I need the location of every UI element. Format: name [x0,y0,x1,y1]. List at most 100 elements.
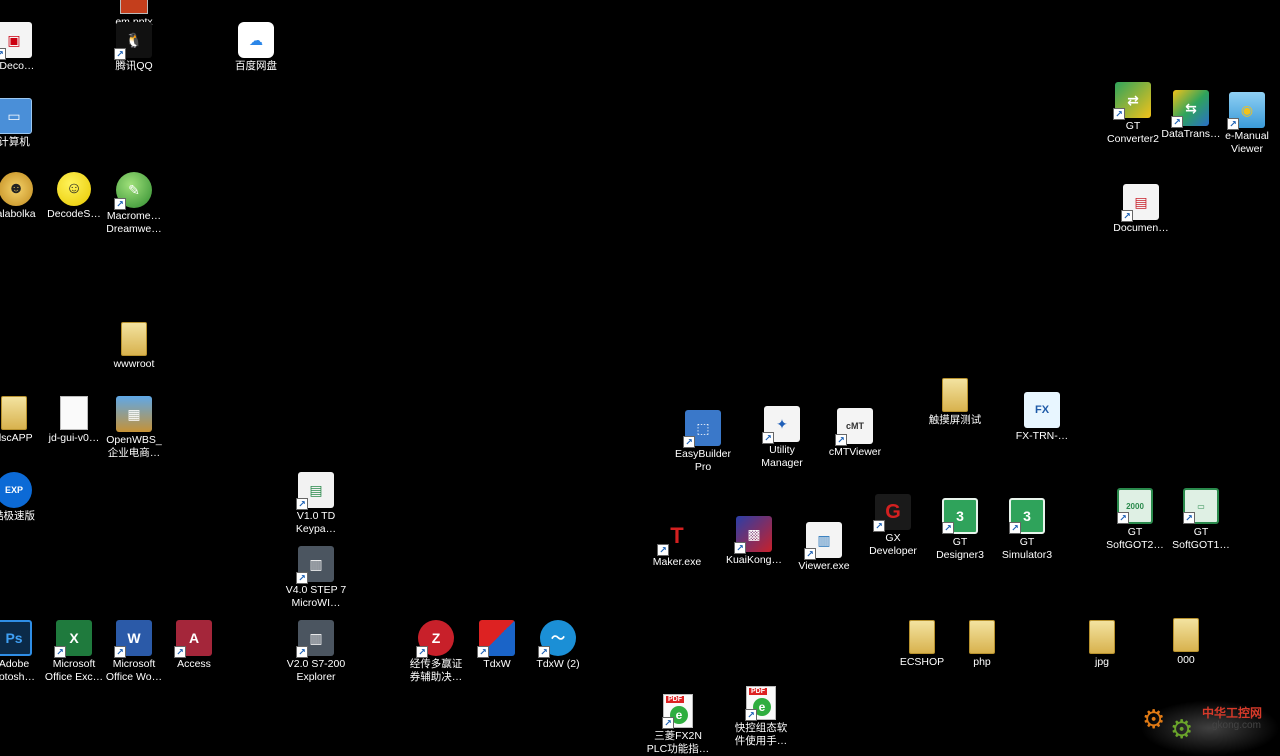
desktop-icon-td-keypad[interactable]: ▤ ↗ V1.0 TD Keypa… [278,472,354,546]
baidu-netdisk-icon: ☁ [238,22,274,58]
desktop-icon-s7-explorer[interactable]: ▥ ↗ V2.0 S7-200 Explorer [278,620,354,694]
desktop-icon-gt-softgot2[interactable]: 2000 ↗ GT SoftGOT2… [1097,488,1173,562]
desktop-icon-viewer[interactable]: ▥ ↗ Viewer.exe [786,522,862,596]
desktop-icon-wwwroot[interactable]: wwwroot [96,322,172,396]
desktop-icon-touchscreen-folder[interactable]: 触摸屏测试 [917,378,993,452]
shortcut-arrow-icon: ↗ [873,520,885,532]
shortcut-arrow-icon: ↗ [1121,210,1133,222]
folder-icon [909,620,935,654]
watermark-title: 中华工控网 [1202,706,1263,720]
shortcut-arrow-icon: ↗ [296,572,308,584]
icon-label: 百度网盘 [235,60,277,72]
shortcut-arrow-icon: ↗ [1113,108,1125,120]
shortcut-arrow-icon: ↗ [804,548,816,560]
icon-label: Documen… [1113,222,1169,234]
desktop-icon-gt-simulator3[interactable]: 3 ↗ GT Simulator3 [989,498,1065,572]
shortcut-arrow-icon: ↗ [734,542,746,554]
desktop-icon-fx2n-pdf[interactable]: PDF e ↗ 三菱FX2N PLC功能指… [640,694,716,756]
smiley-icon: ☺ [57,172,91,206]
icon-label: jpg [1094,656,1109,668]
icon-label: wwwroot [113,358,155,370]
desktop-icon-kuaikong[interactable]: ▩ ↗ KuaiKong… [716,516,792,590]
desktop-icon-gx-developer[interactable]: G ↗ GX Developer [855,494,931,568]
desktop-icon-fx-trn[interactable]: FX FX-TRN-… [1004,392,1080,466]
desktop-icon-access[interactable]: A ↗ Access [156,620,232,694]
word-icon: W ↗ [114,620,152,658]
icon-label: KuaiKong… [725,554,783,566]
kuaikong-icon: ▩ ↗ [734,516,772,554]
desktop-icon-maker[interactable]: T ↗ Maker.exe [639,518,715,592]
shortcut-arrow-icon: ↗ [762,432,774,444]
shortcut-arrow-icon: ↗ [114,48,126,60]
shortcut-arrow-icon: ↗ [477,646,489,658]
icon-label: TdxW (2) [536,658,580,670]
tdxw-icon: 〜 ↗ [538,620,576,658]
shortcut-arrow-icon: ↗ [114,198,126,210]
icon-label: V2.0 S7-200 Explorer [286,658,346,683]
desktop[interactable]: em.pptx ▣↗ pDeco… 🐧↗ 腾讯QQ ☁ 百度网盘 ▭ 计算机 ☻… [0,0,1280,756]
icon-label: pDeco… [0,60,35,72]
desktop-icon-kuaikong-pdf[interactable]: PDF e ↗ 快控组态软 件使用手… [723,686,799,756]
desktop-icon-gt-designer3[interactable]: 3 ↗ GT Designer3 [922,498,998,572]
shortcut-arrow-icon: ↗ [114,646,126,658]
excel-icon: X ↗ [54,620,92,658]
desktop-icon-tdxw-2[interactable]: 〜 ↗ TdxW (2) [520,620,596,694]
gt-simulator-icon: 3 ↗ [1009,498,1045,534]
icon-label: 000 [1177,654,1195,666]
archive-icon: ▦ [116,396,152,432]
shortcut-arrow-icon: ↗ [0,48,6,60]
softgot-icon: 2000 ↗ [1117,488,1153,524]
access-icon: A ↗ [174,620,212,658]
shortcut-arrow-icon: ↗ [683,436,695,448]
desktop-icon-emanual-viewer[interactable]: ◉ ↗ e-Manual Viewer [1209,92,1280,166]
shortcut-arrow-icon: ↗ [835,434,847,446]
desktop-icon-jpg[interactable]: jpg [1064,620,1140,694]
desktop-icon-dreamweaver[interactable]: ✎ ↗ Macrome… Dreamwe… [96,172,172,246]
td-keypad-icon: ▤ ↗ [296,472,334,510]
folder-icon [1,396,27,430]
desktop-icon-easybuilder[interactable]: ⬚ ↗ EasyBuilder Pro [665,410,741,484]
shortcut-arrow-icon: ↗ [54,646,66,658]
shortcut-arrow-icon: ↗ [296,646,308,658]
desktop-icon-utility-manager[interactable]: ✦ ↗ Utility Manager [744,406,820,480]
desktop-icon-cmtviewer[interactable]: cMT ↗ cMTViewer [817,408,893,482]
desktop-icon-qq[interactable]: 🐧 ↗ 腾讯QQ [96,22,172,96]
shortcut-arrow-icon: ↗ [1009,522,1021,534]
step7-icon: ▥ ↗ [296,546,334,584]
easybuilder-icon: ⬚ ↗ [683,410,721,448]
icon-label: Viewer.exe [798,560,850,572]
maker-icon: T ↗ [657,518,695,556]
icon-label: V1.0 TD Keypa… [295,510,337,535]
icon-label: 计算机 [0,136,30,148]
desktop-icon-php[interactable]: php [944,620,1020,694]
desktop-icon-document[interactable]: ▤ ↗ Documen… [1103,184,1179,258]
desktop-icon-computer[interactable]: ▭ 计算机 [0,98,52,172]
shortcut-arrow-icon: ↗ [1227,118,1239,130]
photoshop-icon: Ps [0,620,32,656]
shortcut-arrow-icon: ↗ [1171,116,1183,128]
desktop-icon-step7[interactable]: ▥ ↗ V4.0 STEP 7 MicroWI… [278,546,354,620]
softgot-icon: ▭ ↗ [1183,488,1219,524]
icon-label: Access [177,658,211,670]
shortcut-arrow-icon: ↗ [416,646,428,658]
desktop-icon-pdeco[interactable]: ▣↗ pDeco… [0,22,52,96]
desktop-icon-baidu-netdisk[interactable]: ☁ 百度网盘 [218,22,294,96]
shortcut-arrow-icon: ↗ [942,522,954,534]
jingchuan-icon: Z ↗ [416,620,454,658]
desktop-icon-000[interactable]: 000 [1148,618,1224,692]
cmtviewer-icon: cMT ↗ [835,408,873,446]
balabolka-icon: ☻ [0,172,33,206]
icon-label: e-Manual Viewer [1225,130,1269,155]
folder-icon [1173,618,1199,652]
icon-label: 快控组态软 件使用手… [734,722,788,747]
shortcut-arrow-icon: ↗ [296,498,308,510]
dreamweaver-icon: ✎ ↗ [114,172,152,210]
desktop-icon-kugou-exp[interactable]: EXP 酷极速版 [0,472,52,546]
gear-icon: ⚙ [1142,704,1166,734]
icon-label: 腾讯QQ [115,60,153,72]
tdxw-icon: ↗ [477,620,515,658]
shortcut-arrow-icon: ↗ [745,709,757,721]
desktop-icon-gt-softgot1[interactable]: ▭ ↗ GT SoftGOT1… [1163,488,1239,562]
exp-icon: EXP [0,472,32,508]
desktop-icon-openwbs[interactable]: ▦ OpenWBS_ 企业电商… [96,396,172,470]
